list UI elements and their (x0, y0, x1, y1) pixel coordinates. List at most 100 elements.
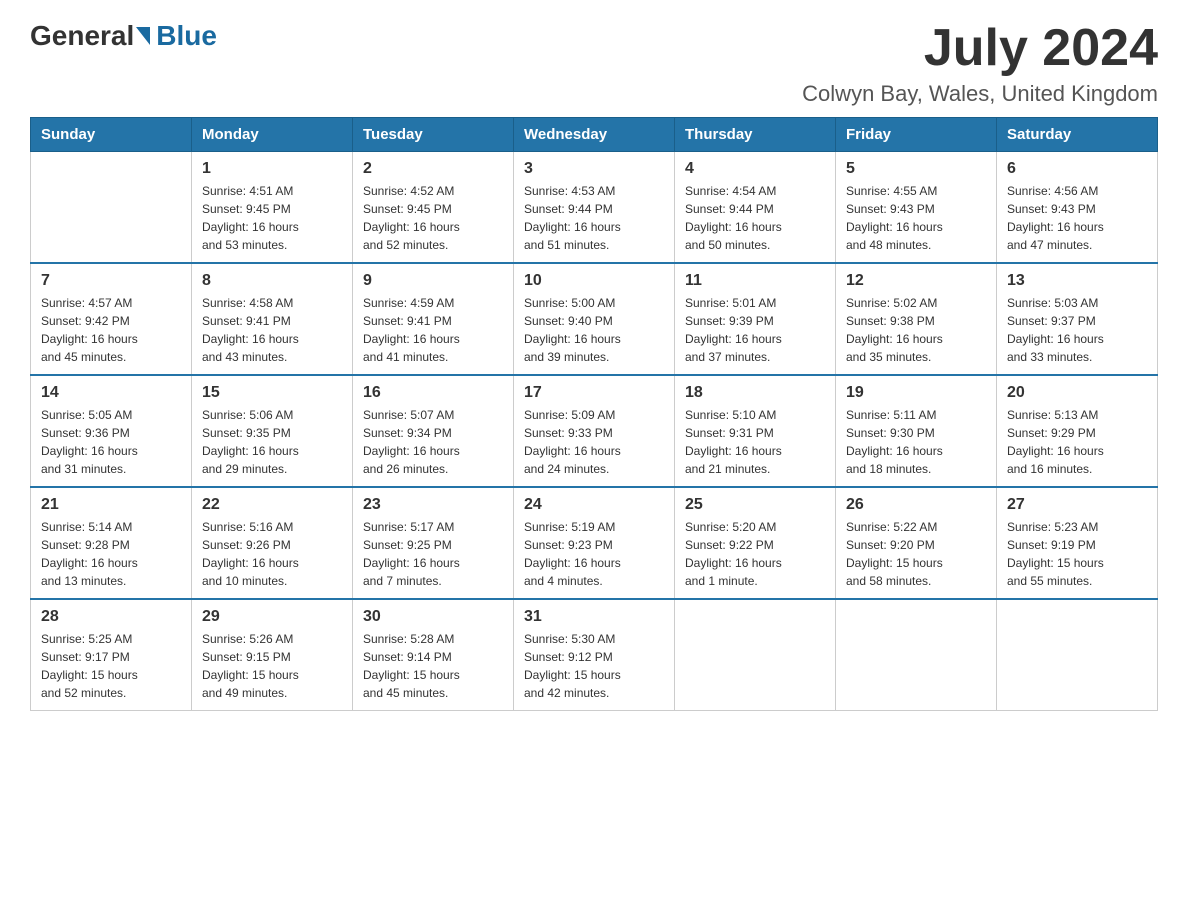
day-info: Sunrise: 4:55 AM Sunset: 9:43 PM Dayligh… (846, 182, 986, 254)
calendar-cell: 29Sunrise: 5:26 AM Sunset: 9:15 PM Dayli… (192, 599, 353, 711)
day-info: Sunrise: 4:58 AM Sunset: 9:41 PM Dayligh… (202, 294, 342, 366)
day-info: Sunrise: 5:13 AM Sunset: 9:29 PM Dayligh… (1007, 406, 1147, 478)
calendar-week-row: 21 Sunrise: 5:14 AM Sunset: 9:28 PM Dayli… (31, 487, 1158, 599)
weekday-header-monday: Monday (192, 118, 353, 152)
calendar-cell: 27 Sunrise: 5:23 AM Sunset: 9:19 PM Dayli… (997, 487, 1158, 599)
calendar-cell: 30 Sunrise: 5:28 AM Sunset: 9:14 PM Dayli… (353, 599, 514, 711)
day-number: 11 (685, 272, 825, 290)
calendar-cell: 16Sunrise: 5:07 AM Sunset: 9:34 PM Dayli… (353, 375, 514, 487)
calendar-header: SundayMondayTuesdayWednesdayThursdayFrid… (31, 118, 1158, 152)
weekday-header-sunday: Sunday (31, 118, 192, 152)
calendar-cell: 8Sunrise: 4:58 AM Sunset: 9:41 PM Daylig… (192, 263, 353, 375)
calendar-body: 1Sunrise: 4:51 AM Sunset: 9:45 PM Daylig… (31, 152, 1158, 711)
day-info: Sunrise: 4:51 AM Sunset: 9:45 PM Dayligh… (202, 182, 342, 254)
day-info: Sunrise: 4:59 AM Sunset: 9:41 PM Dayligh… (363, 294, 503, 366)
day-number: 25 (685, 496, 825, 514)
weekday-header-tuesday: Tuesday (353, 118, 514, 152)
calendar-cell: 6 Sunrise: 4:56 AM Sunset: 9:43 PM Daylig… (997, 152, 1158, 264)
calendar-cell: 22Sunrise: 5:16 AM Sunset: 9:26 PM Dayli… (192, 487, 353, 599)
calendar-cell: 18 Sunrise: 5:10 AM Sunset: 9:31 PM Dayli… (675, 375, 836, 487)
day-info: Sunrise: 5:30 AM Sunset: 9:12 PM Dayligh… (524, 630, 664, 702)
calendar-cell: 26Sunrise: 5:22 AM Sunset: 9:20 PM Dayli… (836, 487, 997, 599)
calendar-cell (997, 599, 1158, 711)
day-number: 5 (846, 160, 986, 178)
day-number: 4 (685, 160, 825, 178)
day-number: 18 (685, 384, 825, 402)
calendar-cell: 25 Sunrise: 5:20 AM Sunset: 9:22 PM Dayli… (675, 487, 836, 599)
day-info: Sunrise: 5:07 AM Sunset: 9:34 PM Dayligh… (363, 406, 503, 478)
weekday-header-friday: Friday (836, 118, 997, 152)
weekday-header-wednesday: Wednesday (514, 118, 675, 152)
day-info: Sunrise: 5:28 AM Sunset: 9:14 PM Dayligh… (363, 630, 503, 702)
calendar-cell: 13Sunrise: 5:03 AM Sunset: 9:37 PM Dayli… (997, 263, 1158, 375)
location: Colwyn Bay, Wales, United Kingdom (802, 81, 1158, 107)
weekday-header-saturday: Saturday (997, 118, 1158, 152)
weekday-header-row: SundayMondayTuesdayWednesdayThursdayFrid… (31, 118, 1158, 152)
day-info: Sunrise: 5:14 AM Sunset: 9:28 PM Dayligh… (41, 518, 181, 590)
day-number: 9 (363, 272, 503, 290)
day-number: 10 (524, 272, 664, 290)
calendar-cell: 21 Sunrise: 5:14 AM Sunset: 9:28 PM Dayli… (31, 487, 192, 599)
day-number: 6 (1007, 160, 1147, 178)
calendar-cell: 17 Sunrise: 5:09 AM Sunset: 9:33 PM Dayli… (514, 375, 675, 487)
logo: General Blue (30, 20, 217, 52)
day-info: Sunrise: 5:05 AM Sunset: 9:36 PM Dayligh… (41, 406, 181, 478)
calendar-week-row: 1Sunrise: 4:51 AM Sunset: 9:45 PM Daylig… (31, 152, 1158, 264)
day-info: Sunrise: 5:10 AM Sunset: 9:31 PM Dayligh… (685, 406, 825, 478)
page-header: General Blue July 2024 Colwyn Bay, Wales… (30, 20, 1158, 107)
day-number: 27 (1007, 496, 1147, 514)
day-number: 17 (524, 384, 664, 402)
calendar-cell: 5 Sunrise: 4:55 AM Sunset: 9:43 PM Daylig… (836, 152, 997, 264)
calendar-cell: 24 Sunrise: 5:19 AM Sunset: 9:23 PM Dayli… (514, 487, 675, 599)
day-number: 21 (41, 496, 181, 514)
day-number: 28 (41, 608, 181, 626)
day-info: Sunrise: 5:17 AM Sunset: 9:25 PM Dayligh… (363, 518, 503, 590)
logo-general-text: General (30, 20, 134, 52)
calendar-week-row: 7 Sunrise: 4:57 AM Sunset: 9:42 PM Daylig… (31, 263, 1158, 375)
day-info: Sunrise: 5:23 AM Sunset: 9:19 PM Dayligh… (1007, 518, 1147, 590)
day-number: 7 (41, 272, 181, 290)
day-number: 14 (41, 384, 181, 402)
calendar-cell: 9 Sunrise: 4:59 AM Sunset: 9:41 PM Daylig… (353, 263, 514, 375)
calendar-cell (836, 599, 997, 711)
day-info: Sunrise: 5:16 AM Sunset: 9:26 PM Dayligh… (202, 518, 342, 590)
calendar-cell: 11 Sunrise: 5:01 AM Sunset: 9:39 PM Dayli… (675, 263, 836, 375)
calendar-cell: 2Sunrise: 4:52 AM Sunset: 9:45 PM Daylig… (353, 152, 514, 264)
day-number: 12 (846, 272, 986, 290)
day-info: Sunrise: 5:00 AM Sunset: 9:40 PM Dayligh… (524, 294, 664, 366)
day-info: Sunrise: 5:19 AM Sunset: 9:23 PM Dayligh… (524, 518, 664, 590)
day-info: Sunrise: 4:53 AM Sunset: 9:44 PM Dayligh… (524, 182, 664, 254)
day-number: 19 (846, 384, 986, 402)
day-info: Sunrise: 5:03 AM Sunset: 9:37 PM Dayligh… (1007, 294, 1147, 366)
day-info: Sunrise: 4:56 AM Sunset: 9:43 PM Dayligh… (1007, 182, 1147, 254)
calendar-cell: 10 Sunrise: 5:00 AM Sunset: 9:40 PM Dayli… (514, 263, 675, 375)
calendar-cell (31, 152, 192, 264)
day-info: Sunrise: 5:25 AM Sunset: 9:17 PM Dayligh… (41, 630, 181, 702)
calendar-week-row: 28 Sunrise: 5:25 AM Sunset: 9:17 PM Dayli… (31, 599, 1158, 711)
calendar-cell: 4 Sunrise: 4:54 AM Sunset: 9:44 PM Daylig… (675, 152, 836, 264)
calendar-cell (675, 599, 836, 711)
calendar-cell: 31Sunrise: 5:30 AM Sunset: 9:12 PM Dayli… (514, 599, 675, 711)
day-info: Sunrise: 4:54 AM Sunset: 9:44 PM Dayligh… (685, 182, 825, 254)
day-number: 30 (363, 608, 503, 626)
day-info: Sunrise: 5:09 AM Sunset: 9:33 PM Dayligh… (524, 406, 664, 478)
calendar-cell: 7 Sunrise: 4:57 AM Sunset: 9:42 PM Daylig… (31, 263, 192, 375)
day-info: Sunrise: 4:57 AM Sunset: 9:42 PM Dayligh… (41, 294, 181, 366)
day-number: 29 (202, 608, 342, 626)
logo-blue-text: Blue (156, 20, 217, 52)
calendar-cell: 12 Sunrise: 5:02 AM Sunset: 9:38 PM Dayli… (836, 263, 997, 375)
calendar-table: SundayMondayTuesdayWednesdayThursdayFrid… (30, 117, 1158, 711)
day-info: Sunrise: 5:22 AM Sunset: 9:20 PM Dayligh… (846, 518, 986, 590)
month-title: July 2024 (802, 20, 1158, 77)
logo-arrow-icon (136, 27, 150, 45)
day-info: Sunrise: 5:01 AM Sunset: 9:39 PM Dayligh… (685, 294, 825, 366)
calendar-cell: 3 Sunrise: 4:53 AM Sunset: 9:44 PM Daylig… (514, 152, 675, 264)
day-info: Sunrise: 5:02 AM Sunset: 9:38 PM Dayligh… (846, 294, 986, 366)
day-number: 3 (524, 160, 664, 178)
calendar-cell: 15Sunrise: 5:06 AM Sunset: 9:35 PM Dayli… (192, 375, 353, 487)
title-block: July 2024 Colwyn Bay, Wales, United King… (802, 20, 1158, 107)
calendar-cell: 19Sunrise: 5:11 AM Sunset: 9:30 PM Dayli… (836, 375, 997, 487)
day-info: Sunrise: 5:20 AM Sunset: 9:22 PM Dayligh… (685, 518, 825, 590)
day-info: Sunrise: 5:06 AM Sunset: 9:35 PM Dayligh… (202, 406, 342, 478)
day-number: 24 (524, 496, 664, 514)
